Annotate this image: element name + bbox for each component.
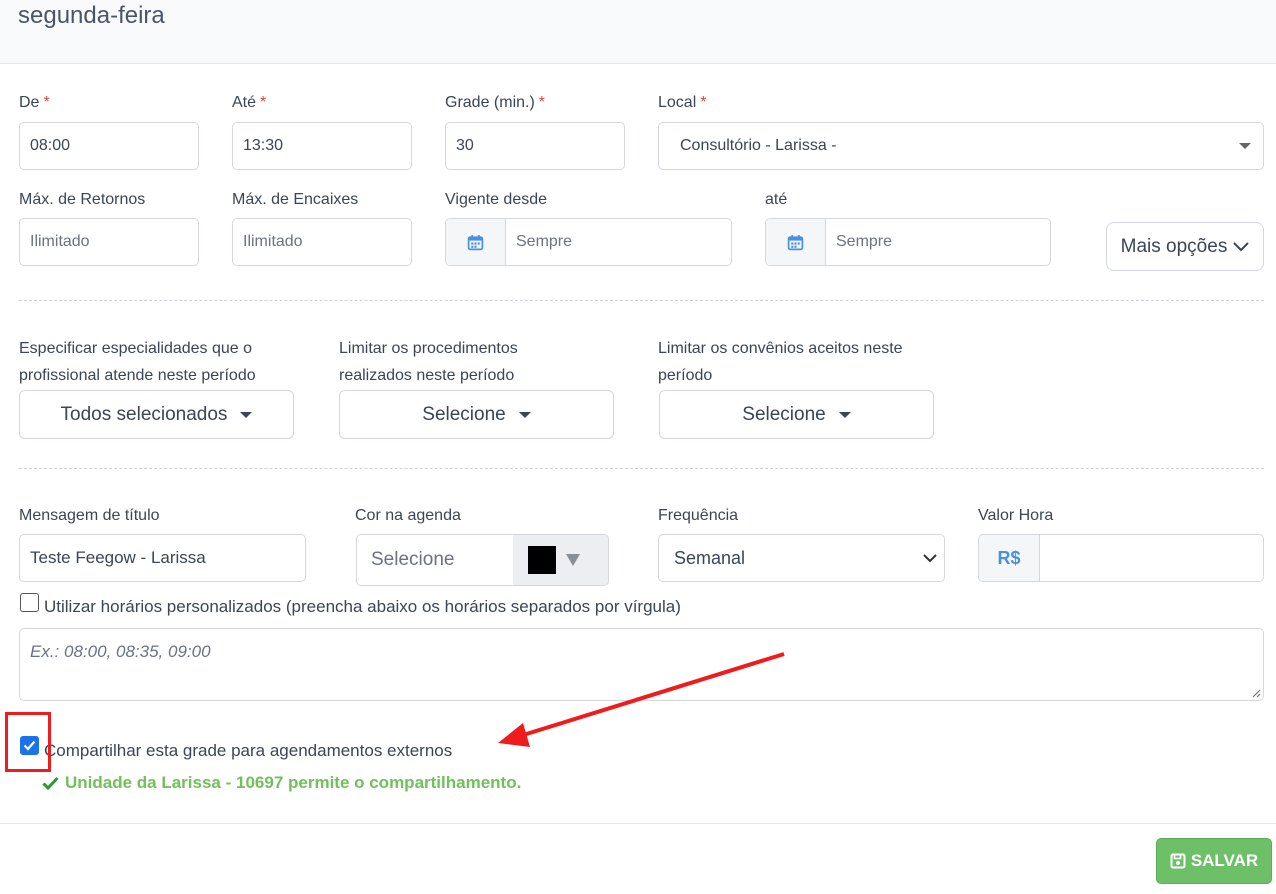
frequencia-select[interactable]: Semanal [658, 534, 945, 582]
chevron-down-icon [923, 553, 937, 562]
valor-hora-label: Valor Hora [978, 507, 1054, 524]
caret-down-icon [518, 411, 531, 418]
vigente-ate-field[interactable]: Sempre [765, 218, 1051, 266]
vigente-desde-label: Vigente desde [445, 191, 548, 208]
especialidades-label: Especificar especialidades que o profissi… [19, 340, 256, 384]
mensagem-input[interactable]: Teste Feegow - Larissa [19, 534, 306, 582]
horarios-placeholder: Ex.: 08:00, 08:35, 09:00 [30, 642, 211, 661]
procedimentos-label: Limitar os procedimentos realizados neste… [339, 340, 518, 384]
chevron-down-icon [1233, 241, 1250, 251]
grade-label: Grade (min.) * [445, 94, 546, 111]
calendar-icon[interactable] [446, 219, 506, 265]
vigente-ate-input[interactable]: Sempre [826, 219, 1050, 265]
vigente-desde-input[interactable]: Sempre [506, 219, 731, 265]
currency-prefix: R$ [979, 535, 1040, 581]
save-button[interactable]: SALVAR [1156, 838, 1272, 884]
caret-down-icon [838, 411, 851, 418]
save-label: SALVAR [1190, 851, 1259, 870]
horarios-textarea[interactable]: Ex.: 08:00, 08:35, 09:00 [19, 628, 1264, 701]
mais-opcoes-label: Mais opções [1120, 235, 1228, 257]
caret-down-icon [1239, 143, 1251, 149]
frequencia-value: Semanal [674, 547, 746, 568]
divider [19, 300, 1264, 301]
color-swatch [528, 546, 556, 574]
floppy-disk-icon [1170, 853, 1186, 869]
convenios-dropdown[interactable]: Selecione [659, 390, 934, 439]
success-text: Unidade da Larissa - 10697 permite o com… [65, 773, 522, 792]
cor-swatch-area[interactable] [513, 535, 608, 585]
modal-header: segunda-feira [0, 0, 1276, 64]
de-label: De * [19, 94, 50, 111]
convenios-label: Limitar os convênios aceitos neste períod… [658, 340, 903, 384]
cor-label: Cor na agenda [355, 507, 461, 524]
share-success-message: Unidade da Larissa - 10697 permite o com… [42, 773, 521, 793]
frequencia-label: Frequência [658, 507, 739, 524]
especialidades-value: Todos selecionados [60, 403, 228, 425]
cor-placeholder: Selecione [371, 549, 455, 570]
valor-hora-field[interactable]: R$ [978, 534, 1264, 582]
procedimentos-dropdown[interactable]: Selecione [339, 390, 614, 439]
max-retornos-input[interactable]: Ilimitado [19, 218, 199, 266]
horarios-personalizados-checkbox[interactable] [20, 593, 39, 612]
max-retornos-label: Máx. de Retornos [19, 191, 146, 208]
caret-down-icon [566, 554, 580, 566]
annotation-highlight-box [5, 712, 51, 772]
footer-divider [0, 823, 1276, 824]
divider [19, 468, 1264, 469]
compartilhar-label: Compartilhar esta grade para agendamento… [44, 741, 453, 760]
de-input[interactable]: 08:00 [19, 122, 199, 170]
horarios-personalizados-label: Utilizar horários personalizados (preenc… [44, 597, 681, 616]
ate-label: Até * [232, 94, 267, 111]
ate-input[interactable]: 13:30 [232, 122, 412, 170]
local-select[interactable]: Consultório - Larissa - [658, 122, 1264, 170]
resize-grip-icon[interactable] [1251, 688, 1261, 698]
valor-hora-input[interactable] [1040, 535, 1263, 581]
check-icon [42, 776, 59, 790]
caret-down-icon [240, 411, 253, 418]
vigente-ate-label: até [765, 191, 788, 208]
procedimentos-value: Selecione [422, 403, 506, 425]
local-label: Local * [658, 94, 707, 111]
convenios-value: Selecione [742, 403, 826, 425]
calendar-icon[interactable] [766, 219, 826, 265]
local-value: Consultório - Larissa - [680, 137, 837, 154]
cor-picker[interactable]: Selecione [356, 534, 609, 586]
mais-opcoes-button[interactable]: Mais opções [1106, 222, 1264, 271]
page-title: segunda-feira [18, 2, 165, 29]
especialidades-dropdown[interactable]: Todos selecionados [19, 390, 294, 439]
grade-input[interactable]: 30 [445, 122, 625, 170]
vigente-desde-field[interactable]: Sempre [445, 218, 732, 266]
mensagem-label: Mensagem de título [19, 507, 160, 524]
max-encaixes-label: Máx. de Encaixes [232, 191, 359, 208]
max-encaixes-input[interactable]: Ilimitado [232, 218, 412, 266]
